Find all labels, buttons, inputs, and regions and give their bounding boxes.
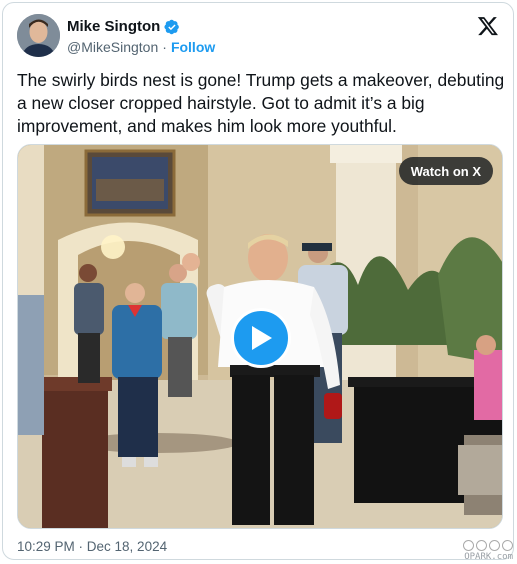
x-logo-icon[interactable] bbox=[477, 15, 499, 37]
play-button[interactable] bbox=[231, 308, 291, 368]
handle-row: @MikeSington · Follow bbox=[67, 39, 215, 55]
author-name[interactable]: Mike Sington bbox=[67, 18, 160, 35]
watermark-text: OPARK.com bbox=[464, 552, 513, 562]
watch-on-x-button[interactable]: Watch on X bbox=[398, 157, 493, 185]
tweet-text: The swirly birds nest is gone! Trump get… bbox=[17, 70, 505, 136]
watermark-circle-icon bbox=[463, 540, 474, 551]
watermark-circle-icon bbox=[502, 540, 513, 551]
author-name-row: Mike Sington bbox=[67, 18, 180, 35]
avatar-image bbox=[17, 14, 60, 57]
tweet-timestamp[interactable]: 10:29 PM · Dec 18, 2024 bbox=[17, 539, 167, 554]
separator-dot: · bbox=[162, 39, 167, 55]
verified-badge-icon bbox=[164, 19, 180, 34]
watermark: OPARK.com bbox=[463, 540, 513, 562]
follow-button[interactable]: Follow bbox=[171, 39, 215, 55]
video-player[interactable]: Watch on X bbox=[17, 144, 503, 529]
tweet-card: Mike Sington @MikeSington · Follow The s… bbox=[2, 2, 514, 560]
play-icon bbox=[252, 326, 272, 350]
watermark-circle-icon bbox=[476, 540, 487, 551]
watermark-circle-icon bbox=[489, 540, 500, 551]
avatar[interactable] bbox=[17, 14, 60, 57]
author-handle[interactable]: @MikeSington bbox=[67, 39, 158, 55]
watermark-icons bbox=[463, 540, 513, 551]
